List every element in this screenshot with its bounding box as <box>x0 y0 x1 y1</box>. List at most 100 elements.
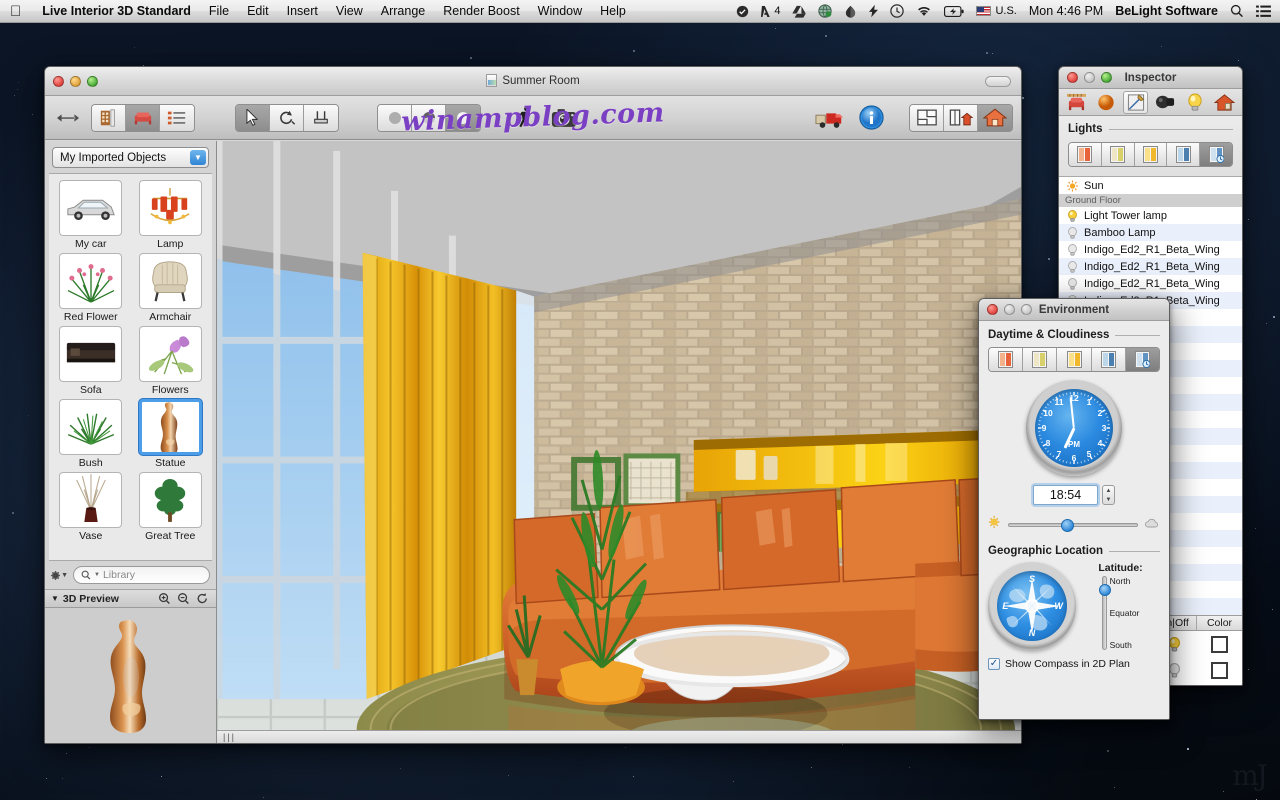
environment-titlebar[interactable]: Environment <box>979 299 1169 321</box>
library-item[interactable]: Vase <box>53 472 129 543</box>
battery-icon[interactable] <box>938 5 970 17</box>
inspector-tab-material[interactable] <box>1094 91 1119 114</box>
column-header-color[interactable]: Color <box>1197 616 1242 630</box>
flash-bolt-icon[interactable] <box>863 4 884 18</box>
car-thumbnail[interactable] <box>59 180 123 236</box>
library-item[interactable]: Sofa <box>53 326 129 397</box>
environment-close-button[interactable] <box>987 304 998 315</box>
latitude-slider-knob[interactable] <box>1098 583 1111 596</box>
cloudiness-slider-knob[interactable] <box>1060 518 1074 532</box>
light-color-swatch[interactable] <box>1197 661 1242 679</box>
inspector-zoom-button[interactable] <box>1101 72 1112 83</box>
daytime-preset-control[interactable] <box>988 347 1160 372</box>
inspector-tab-object[interactable] <box>1064 91 1089 114</box>
view-2d-plan-button[interactable] <box>910 104 944 131</box>
measure-tool-button[interactable] <box>304 104 338 131</box>
render-quality-control[interactable] <box>377 103 481 132</box>
inspector-tab-bar[interactable] <box>1059 89 1242 116</box>
library-item[interactable]: Bush <box>53 399 129 470</box>
bulb-icon[interactable] <box>1067 243 1078 256</box>
flag-icon[interactable]: U.S. <box>970 5 1022 17</box>
view-3d-button[interactable] <box>978 104 1012 131</box>
menu-item-insert[interactable]: Insert <box>278 4 327 18</box>
light-preset-cool-preset[interactable] <box>1167 143 1201 166</box>
delivery-truck-icon[interactable] <box>813 104 847 132</box>
menu-item-app-name[interactable]: Live Interior 3D Standard <box>33 4 200 18</box>
lights-list-item[interactable]: Sun <box>1059 177 1242 194</box>
latitude-slider[interactable] <box>1098 576 1111 650</box>
action-gear-icon[interactable]: ▼ <box>51 567 68 583</box>
view-segmented-control[interactable] <box>909 103 1013 132</box>
library-item[interactable]: Flowers <box>133 326 209 397</box>
sun-icon[interactable] <box>1067 180 1078 192</box>
library-search-input[interactable]: ▼ Library <box>73 566 210 584</box>
tool-segmented-control[interactable] <box>235 103 339 132</box>
daytime-preset-daylight-preset[interactable] <box>1023 348 1058 371</box>
library-item[interactable]: Armchair <box>133 253 209 324</box>
zoom-in-icon[interactable] <box>157 591 172 606</box>
light-preset-time-preset[interactable] <box>1200 143 1232 166</box>
inspector-tab-edit[interactable] <box>1123 90 1149 114</box>
lights-list-item[interactable]: Indigo_Ed2_R1_Beta_Wing <box>1059 258 1242 275</box>
render-matte-button[interactable] <box>378 104 412 131</box>
network-globe-icon[interactable] <box>812 4 838 18</box>
inspector-titlebar[interactable]: Inspector <box>1059 67 1242 89</box>
scene-3d-viewport[interactable]: ||| <box>217 141 1021 743</box>
statue-thumbnail[interactable] <box>138 399 202 455</box>
zoom-out-icon[interactable] <box>176 591 191 606</box>
bulb-icon[interactable] <box>1067 226 1078 239</box>
flowers-thumbnail[interactable] <box>138 326 202 382</box>
disclosure-triangle-icon[interactable]: ▼ <box>51 594 59 603</box>
render-glossy-button[interactable] <box>446 104 480 131</box>
time-of-day-clock[interactable]: 12 1 2 3 4 5 6 7 8 9 10 11 PM <box>1026 380 1122 476</box>
main-window-titlebar[interactable]: Summer Room <box>45 67 1021 96</box>
menu-item-edit[interactable]: Edit <box>238 4 278 18</box>
library-category-select[interactable]: My Imported Objects ▼ <box>52 147 209 168</box>
menubar-clock[interactable]: Mon 4:46 PM <box>1023 4 1109 18</box>
lights-list-item[interactable]: Light Tower lamp <box>1059 207 1242 224</box>
inspector-tab-building[interactable] <box>1212 91 1237 114</box>
lights-list-item[interactable]: Indigo_Ed2_R1_Beta_Wing <box>1059 275 1242 292</box>
light-color-swatch[interactable] <box>1197 635 1242 653</box>
wifi-icon[interactable] <box>910 5 938 17</box>
light-preset-control[interactable] <box>1068 142 1233 167</box>
daytime-preset-sunset-preset[interactable] <box>989 348 1024 371</box>
inspector-tab-camera[interactable] <box>1153 91 1178 114</box>
walkthrough-icon[interactable] <box>511 104 541 132</box>
menu-item-arrange[interactable]: Arrange <box>372 4 434 18</box>
menubar-username[interactable]: BeLight Software <box>1109 4 1224 18</box>
library-item[interactable]: My car <box>53 180 129 251</box>
chandelier-thumbnail[interactable] <box>138 180 202 236</box>
lights-list-item[interactable]: Bamboo Lamp <box>1059 224 1242 241</box>
inspector-close-button[interactable] <box>1067 72 1078 83</box>
render-half-button[interactable] <box>412 104 446 131</box>
mode-furniture-button[interactable] <box>126 104 160 131</box>
bulb-icon[interactable] <box>1067 209 1078 222</box>
library-item[interactable]: Statue <box>133 399 209 470</box>
bulb-icon[interactable] <box>1067 260 1078 273</box>
google-drive-icon[interactable] <box>786 5 812 18</box>
adobe-icon[interactable]: 4 <box>755 5 786 18</box>
vase-thumbnail[interactable] <box>59 472 123 528</box>
light-preset-neutral-preset[interactable] <box>1101 143 1135 166</box>
daytime-preset-custom-time-preset[interactable] <box>1125 348 1159 371</box>
inspector-minimize-button[interactable] <box>1084 72 1095 83</box>
time-stepper[interactable]: ▲ ▼ <box>1102 485 1115 505</box>
daytime-preset-night-preset[interactable] <box>1091 348 1126 371</box>
library-item[interactable]: Great Tree <box>133 472 209 543</box>
cloudiness-slider[interactable] <box>1008 518 1138 532</box>
menu-item-file[interactable]: File <box>200 4 238 18</box>
menu-item-window[interactable]: Window <box>529 4 591 18</box>
daytime-preset-golden-preset[interactable] <box>1057 348 1092 371</box>
menu-item-render-boost[interactable]: Render Boost <box>434 4 528 18</box>
great-tree-thumbnail[interactable] <box>138 472 202 528</box>
pointer-tool-button[interactable] <box>236 104 270 131</box>
dropbox-icon[interactable] <box>730 5 755 18</box>
preview-3d-viewport[interactable] <box>45 608 216 743</box>
mode-list-button[interactable] <box>160 104 194 131</box>
bush-thumbnail[interactable] <box>59 399 123 455</box>
menu-item-view[interactable]: View <box>327 4 372 18</box>
toolbar-toggle-button[interactable] <box>985 76 1011 87</box>
sofa-thumbnail[interactable] <box>59 326 123 382</box>
bulb-icon[interactable] <box>1067 277 1078 290</box>
